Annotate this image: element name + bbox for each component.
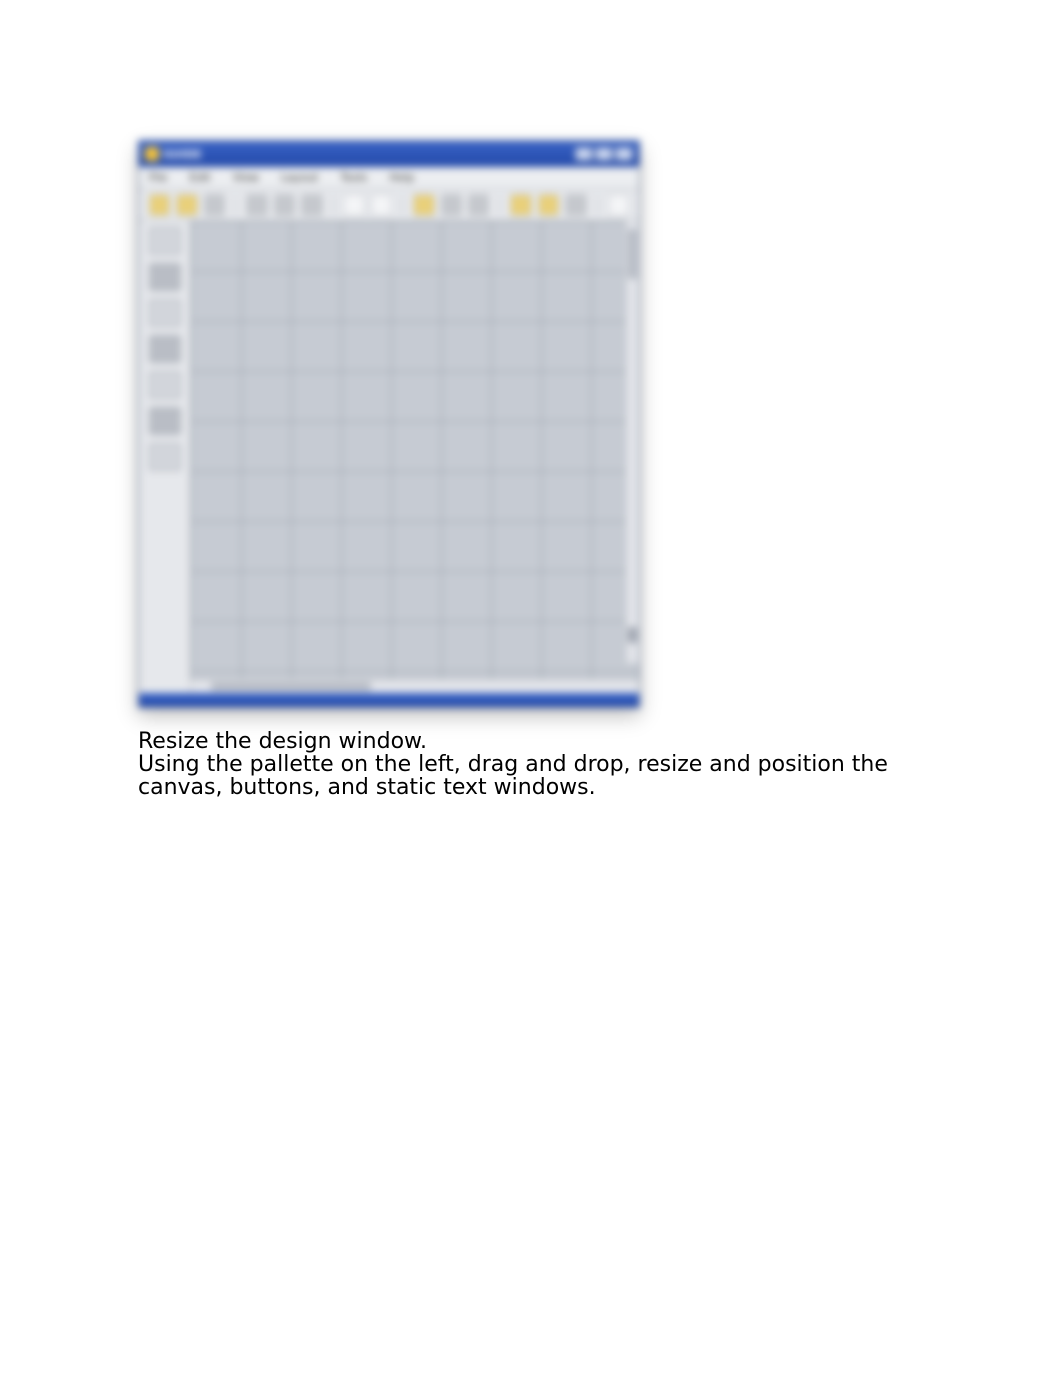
tool-bar [139,189,639,221]
menu-help[interactable]: Help [389,171,414,184]
app-icon [145,147,159,161]
toolbar-align-left-icon[interactable] [413,194,434,216]
window-controls [575,147,633,161]
palette-edit-text-icon[interactable] [149,407,181,435]
toolbar-run-icon[interactable] [565,194,586,216]
title-bar[interactable]: GUIDE [139,141,639,167]
toolbar-paste-icon[interactable] [301,194,322,216]
status-bar [139,693,639,707]
layout-grid [191,221,639,679]
caption-block: Resize the design window. Using the pall… [138,730,928,799]
toolbar-undo-icon[interactable] [343,194,364,216]
toolbar-new-icon[interactable] [149,194,170,216]
toolbar-save-icon[interactable] [204,194,225,216]
toolbar-separator-icon [499,195,500,215]
toolbar-distribute-v-icon[interactable] [538,194,559,216]
menu-file[interactable]: File [149,171,167,184]
toolbar-copy-icon[interactable] [274,194,295,216]
menu-tools[interactable]: Tools [340,171,367,184]
palette-select-icon[interactable] [149,227,181,255]
toolbar-align-center-icon[interactable] [441,194,462,216]
toolbar-separator-icon [235,195,236,215]
component-palette [139,221,191,693]
guide-app-window: GUIDE File Edit View Layout Tools Help [138,140,640,708]
vertical-scrollbar[interactable] [625,221,639,663]
menu-view[interactable]: View [233,171,259,184]
vertical-scroll-end[interactable] [628,627,637,643]
vertical-scroll-thumb[interactable] [628,229,637,279]
close-button[interactable] [615,147,633,161]
toolbar-separator-icon [333,195,334,215]
horizontal-scroll-thumb[interactable] [211,682,371,691]
toolbar-separator-icon [597,195,598,215]
palette-slider-icon[interactable] [149,299,181,327]
caption-line-2: Using the pallette on the left, drag and… [138,753,928,799]
minimize-button[interactable] [575,147,593,161]
maximize-button[interactable] [595,147,613,161]
toolbar-redo-icon[interactable] [371,194,392,216]
palette-radio-button-icon[interactable] [149,335,181,363]
caption-line-1: Resize the design window. [138,730,928,753]
toolbar-align-right-icon[interactable] [468,194,489,216]
menu-bar: File Edit View Layout Tools Help [139,167,639,189]
window-title: GUIDE [163,148,202,161]
toolbar-open-icon[interactable] [176,194,197,216]
toolbar-separator-icon [402,195,403,215]
toolbar-extra-icon[interactable] [608,194,629,216]
toolbar-distribute-h-icon[interactable] [510,194,531,216]
design-canvas[interactable] [191,221,639,679]
menu-edit[interactable]: Edit [189,171,210,184]
menu-layout[interactable]: Layout [281,171,318,184]
palette-checkbox-icon[interactable] [149,371,181,399]
palette-static-text-icon[interactable] [149,443,181,471]
palette-push-button-icon[interactable] [149,263,181,291]
horizontal-scrollbar[interactable] [191,679,639,693]
toolbar-cut-icon[interactable] [246,194,267,216]
